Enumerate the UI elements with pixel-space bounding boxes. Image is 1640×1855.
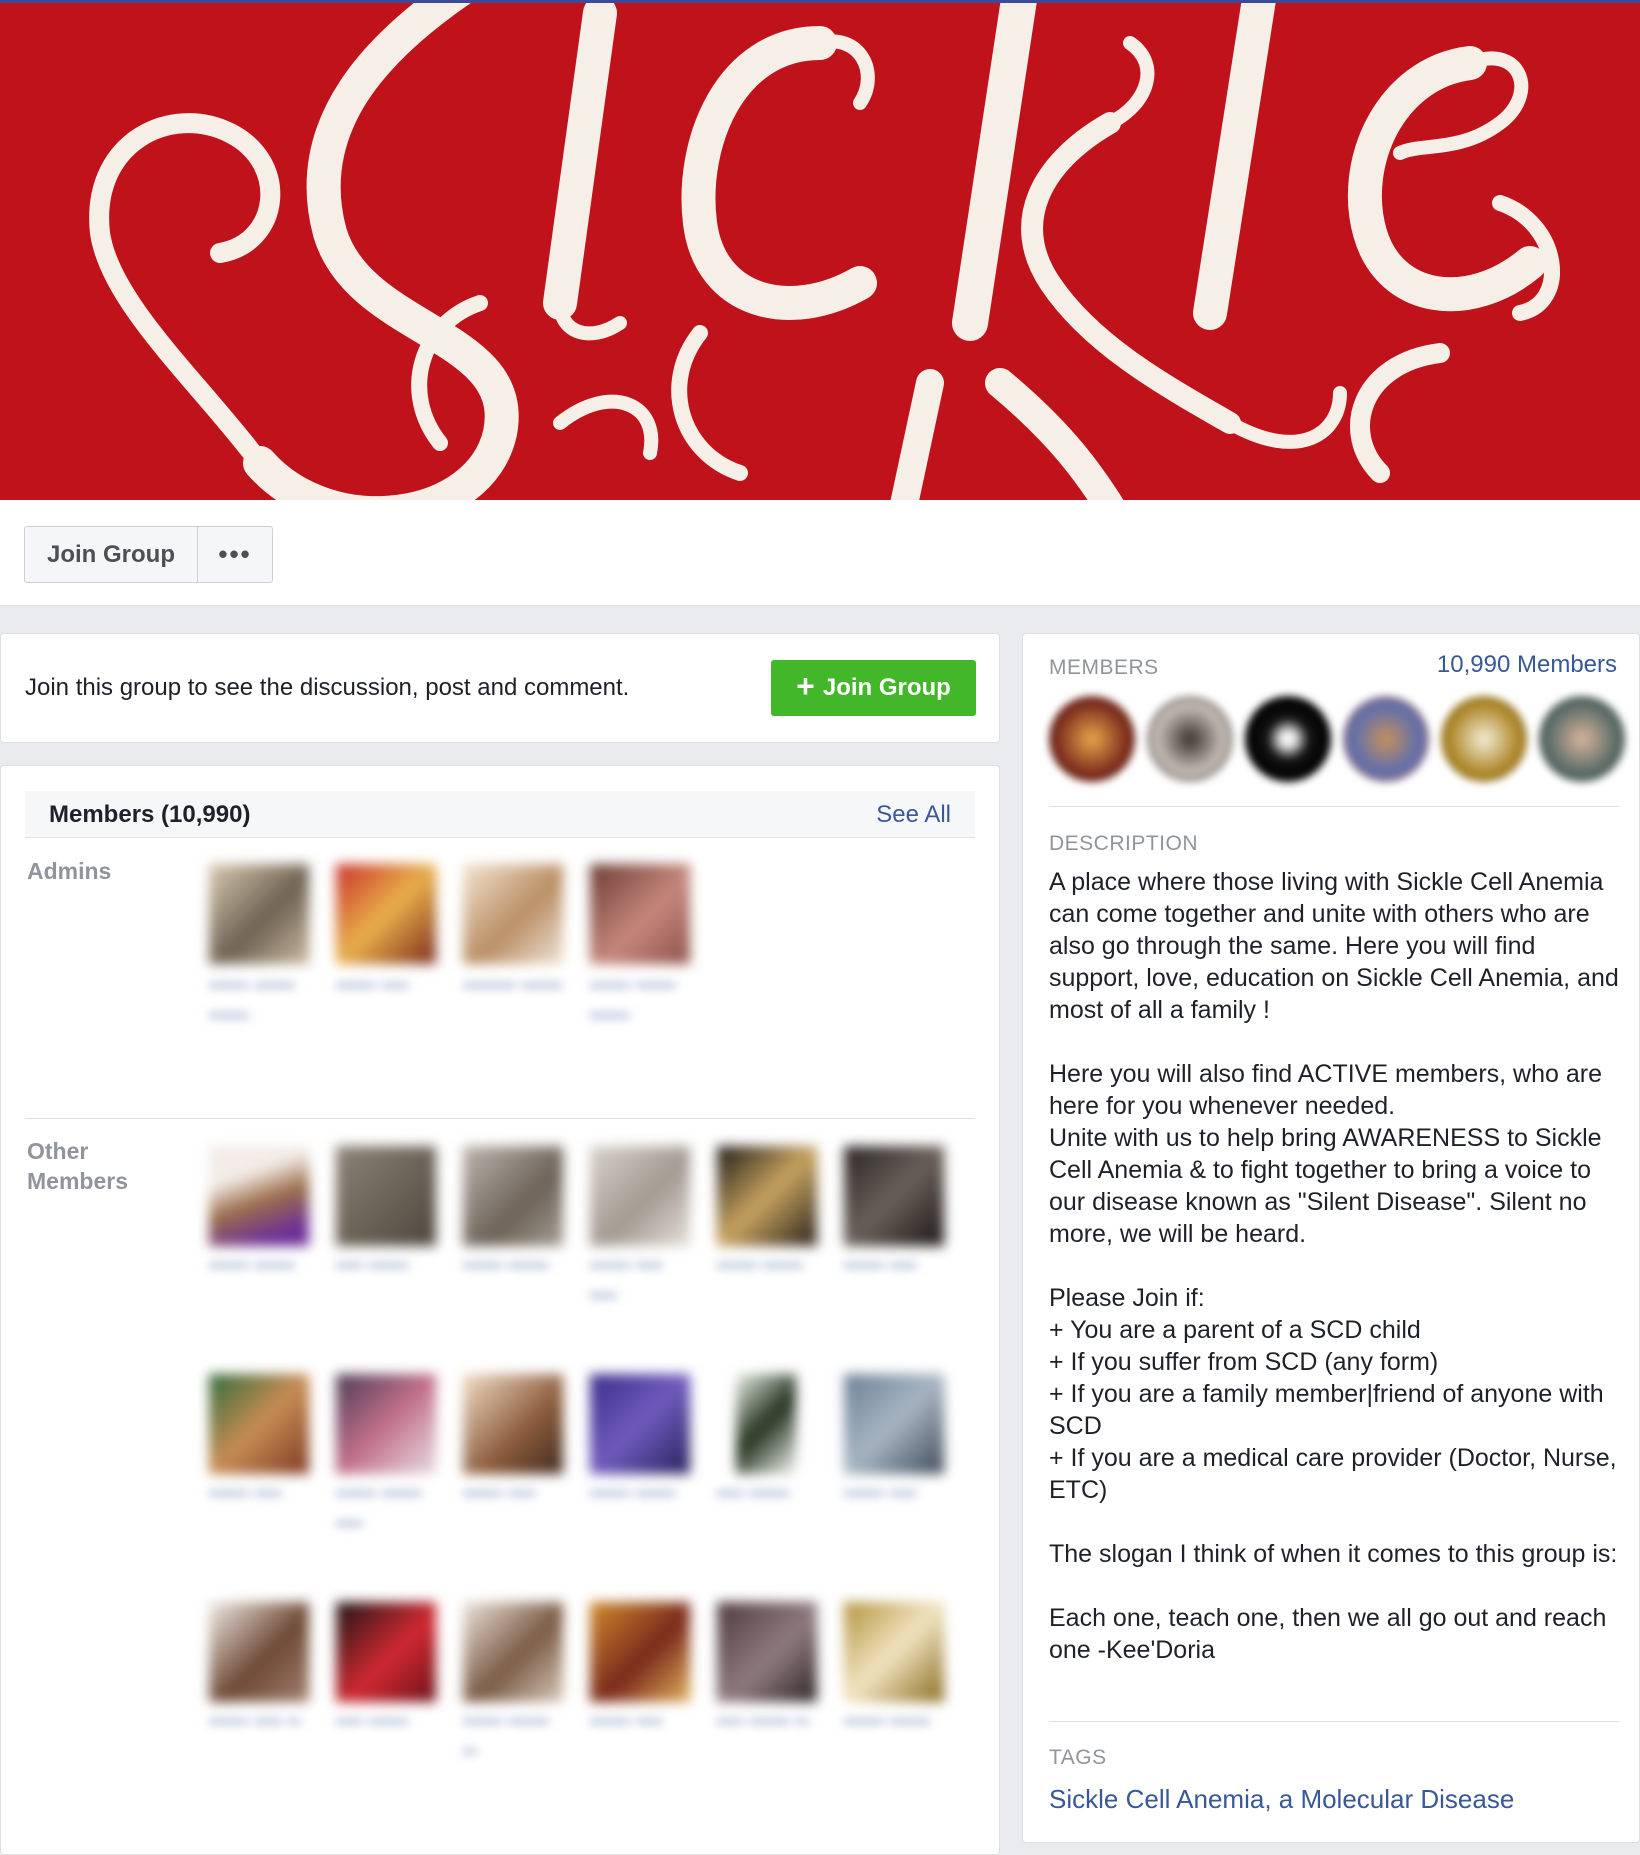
sidebar-divider xyxy=(1049,806,1619,807)
admin-avatar[interactable] xyxy=(463,864,563,964)
admins-label: Admins xyxy=(27,858,112,884)
member-avatar[interactable] xyxy=(590,1602,690,1702)
member-avatar[interactable] xyxy=(463,1602,563,1702)
description-paragraph: The slogan I think of when it comes to t… xyxy=(1049,1540,1618,1568)
cover-photo xyxy=(0,0,1640,500)
member-name-blurred[interactable]: ━━━ ━━━ ━━ xyxy=(336,1479,436,1539)
member-name-blurred[interactable]: ━━ ━━━ xyxy=(336,1707,436,1737)
member-avatar-round[interactable] xyxy=(1539,696,1625,782)
member-avatar-round[interactable] xyxy=(1049,696,1135,782)
member-avatar-round[interactable] xyxy=(1441,696,1527,782)
member-name-blurred[interactable]: ━━ ━━━ xyxy=(717,1479,817,1509)
member-name-blurred[interactable]: ━━━ ━━ xyxy=(844,1479,944,1509)
member-name-blurred[interactable]: ━━━ ━━━ xyxy=(590,1479,690,1509)
join-prompt-text: Join this group to see the discussion, p… xyxy=(25,674,630,701)
join-prompt-card: Join this group to see the discussion, p… xyxy=(0,633,1000,743)
members-header: Members (10,990) See All xyxy=(25,791,975,838)
more-icon: ••• xyxy=(218,539,252,569)
member-name-blurred[interactable]: ━━━ ━━━ xyxy=(463,1251,563,1281)
description-paragraph: Here you will also find ACTIVE members, … xyxy=(1049,1060,1602,1248)
join-group-primary-label: Join Group xyxy=(822,674,951,701)
member-name-blurred[interactable]: ━━ ━━━ ━ xyxy=(717,1707,817,1737)
admin-avatar[interactable] xyxy=(336,864,436,964)
members-card: Members (10,990) See All Admins ━━━ ━━━ … xyxy=(0,765,1000,1855)
admin-avatar[interactable] xyxy=(590,864,690,964)
member-name-blurred[interactable]: ━━━ ━━━ xyxy=(209,1251,309,1281)
more-options-button[interactable]: ••• xyxy=(198,527,272,582)
member-name-blurred[interactable]: ━━━ ━━━ xyxy=(717,1251,817,1281)
member-avatar[interactable] xyxy=(336,1146,436,1246)
member-avatar[interactable] xyxy=(590,1146,690,1246)
member-avatar[interactable] xyxy=(590,1374,690,1474)
member-avatar-round[interactable] xyxy=(1245,696,1331,782)
join-group-primary-button[interactable]: + Join Group xyxy=(771,660,976,716)
admin-name-blurred[interactable]: ━━━━ ━━━ xyxy=(463,971,563,1001)
member-avatar[interactable] xyxy=(844,1374,944,1474)
member-avatar[interactable] xyxy=(717,1146,817,1246)
member-avatar[interactable] xyxy=(736,1374,796,1474)
member-name-blurred[interactable]: ━━━ ━━ xyxy=(844,1251,944,1281)
member-avatar[interactable] xyxy=(463,1374,563,1474)
admin-avatar[interactable] xyxy=(209,864,309,964)
member-name-blurred[interactable]: ━━━ ━━ xyxy=(209,1479,309,1509)
admin-name-blurred[interactable]: ━━━ ━━ xyxy=(336,971,436,1001)
member-avatar[interactable] xyxy=(463,1146,563,1246)
description-paragraph: Please Join if: + You are a parent of a … xyxy=(1049,1284,1617,1504)
group-description: A place where those living with Sickle C… xyxy=(1049,866,1619,1698)
member-avatar[interactable] xyxy=(717,1602,817,1702)
member-name-blurred[interactable]: ━━━ ━━━ xyxy=(844,1707,944,1737)
tags-label: TAGS xyxy=(1049,1746,1107,1769)
plus-icon: + xyxy=(796,668,815,704)
members-title: Members (10,990) xyxy=(49,801,251,828)
member-name-blurred[interactable]: ━━━ ━━ ━━ xyxy=(590,1251,690,1311)
members-count-link[interactable]: 10,990 Members xyxy=(1437,651,1617,679)
member-avatar[interactable] xyxy=(844,1146,944,1246)
member-name-blurred[interactable]: ━━━ ━━ xyxy=(590,1707,690,1737)
admin-name-blurred[interactable]: ━━━ ━━━ ━━━ xyxy=(590,971,690,1031)
member-name-blurred[interactable]: ━━ ━━━ xyxy=(336,1251,436,1281)
member-name-blurred[interactable]: ━━━ ━━━ ━ xyxy=(463,1707,563,1767)
description-paragraph: A place where those living with Sickle C… xyxy=(1049,868,1619,1024)
member-avatar[interactable] xyxy=(209,1374,309,1474)
member-avatar[interactable] xyxy=(209,1602,309,1702)
member-name-blurred[interactable]: ━━━ ━━ xyxy=(463,1479,563,1509)
member-avatar[interactable] xyxy=(844,1602,944,1702)
member-avatar[interactable] xyxy=(209,1146,309,1246)
description-paragraph: Each one, teach one, then we all go out … xyxy=(1049,1604,1607,1664)
members-divider xyxy=(25,1118,975,1119)
member-avatar-round[interactable] xyxy=(1343,696,1429,782)
member-avatar[interactable] xyxy=(336,1374,436,1474)
sidebar-divider xyxy=(1049,1721,1619,1722)
description-label: DESCRIPTION xyxy=(1049,832,1199,855)
see-all-link[interactable]: See All xyxy=(876,801,951,829)
members-section-label: MEMBERS xyxy=(1049,656,1159,679)
group-info-sidebar: MEMBERS 10,990 Members DESCRIPTION A pla… xyxy=(1022,633,1640,1843)
tag-link[interactable]: Sickle Cell Anemia, a Molecular Disease xyxy=(1049,1784,1514,1815)
member-name-blurred[interactable]: ━━━ ━━ ━ xyxy=(209,1707,309,1737)
other-members-label: Other Members xyxy=(27,1138,128,1194)
cover-artwork xyxy=(0,3,1640,500)
member-avatar-round[interactable] xyxy=(1147,696,1233,782)
group-action-bar: Join Group ••• xyxy=(0,500,1640,606)
join-group-button[interactable]: Join Group xyxy=(25,527,198,582)
admin-name-blurred[interactable]: ━━━ ━━━ ━━━ xyxy=(209,971,309,1031)
member-avatar[interactable] xyxy=(336,1602,436,1702)
join-button-group: Join Group ••• xyxy=(24,526,273,583)
